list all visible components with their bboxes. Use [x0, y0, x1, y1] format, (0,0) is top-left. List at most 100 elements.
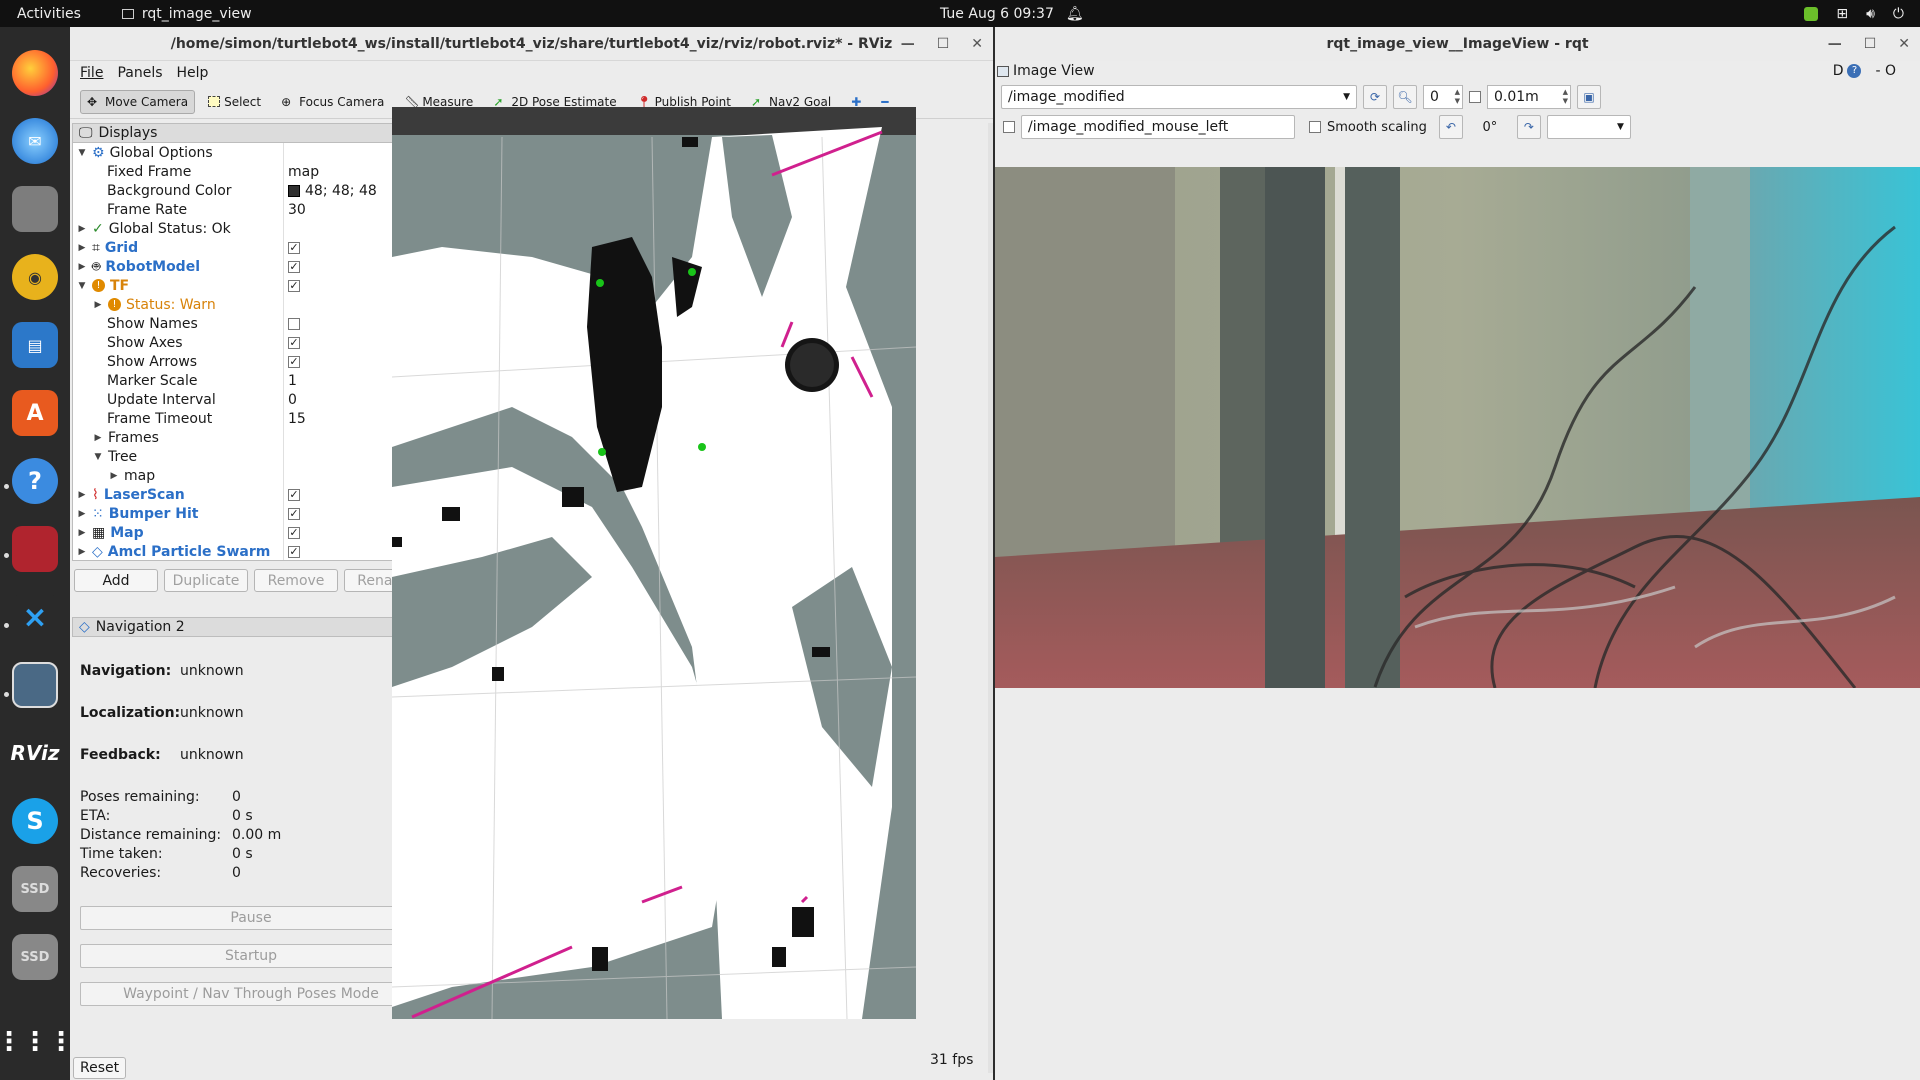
thunderbird-icon[interactable]: ✉: [12, 118, 58, 164]
camera-image[interactable]: [995, 167, 1920, 688]
grid-enabled-checkbox[interactable]: ✓: [288, 241, 300, 254]
libreoffice-writer-icon[interactable]: ▤: [12, 322, 58, 368]
rotate-left-button[interactable]: ↶: [1438, 115, 1463, 139]
rviz-titlebar[interactable]: /home/simon/turtlebot4_ws/install/turtle…: [70, 27, 993, 61]
tree-row-fixed-frame[interactable]: Fixed Frame map: [73, 162, 431, 181]
skype-icon[interactable]: S: [12, 798, 58, 844]
collapsed-arrow-icon[interactable]: ▶: [77, 509, 87, 519]
reset-button[interactable]: Reset: [73, 1057, 127, 1079]
pause-button[interactable]: Pause: [80, 906, 422, 930]
mouse-topic-input[interactable]: /image_modified_mouse_left: [1021, 115, 1295, 139]
tree-row-tf-status[interactable]: ▶! Status: Warn: [73, 295, 431, 314]
collapsed-arrow-icon[interactable]: ▶: [77, 243, 87, 253]
smooth-scaling-checkbox[interactable]: [1309, 121, 1321, 133]
tree-row-tf[interactable]: ▼! TF ✓: [73, 276, 431, 295]
expanded-arrow-icon[interactable]: ▼: [77, 148, 87, 158]
minimize-icon[interactable]: —: [1828, 36, 1842, 52]
background-color-value[interactable]: 48; 48; 48: [305, 183, 377, 199]
amcl-enabled-checkbox[interactable]: ✓: [288, 545, 300, 558]
tree-row-frame-rate[interactable]: Frame Rate 30: [73, 200, 431, 219]
show-applications-icon[interactable]: ⋮⋮⋮: [0, 1019, 74, 1065]
save-image-button[interactable]: ▣: [1577, 85, 1601, 109]
frame-timeout-value[interactable]: 15: [288, 411, 306, 427]
collapsed-arrow-icon[interactable]: ▶: [77, 262, 87, 272]
tree-row-show-axes[interactable]: Show Axes ✓: [73, 333, 431, 352]
ssd-drive-icon[interactable]: SSD: [12, 934, 58, 980]
tree-row-global-status[interactable]: ▶ ✓ Global Status: Ok: [73, 219, 431, 238]
tree-row-frame-timeout[interactable]: Frame Timeout 15: [73, 409, 431, 428]
topic-select[interactable]: /image_modified ▼: [1001, 85, 1357, 109]
laserscan-enabled-checkbox[interactable]: ✓: [288, 488, 300, 501]
dynamic-range-checkbox[interactable]: [1469, 91, 1481, 103]
right-splitter-handle[interactable]: [988, 123, 993, 1073]
maximize-icon[interactable]: ☐: [1864, 36, 1877, 52]
panel-controls[interactable]: - O: [1875, 63, 1896, 79]
collapsed-arrow-icon[interactable]: ▶: [77, 224, 87, 234]
tree-row-show-arrows[interactable]: Show Arrows ✓: [73, 352, 431, 371]
tree-row-frames[interactable]: ▶ Frames: [73, 428, 431, 447]
tool-move-camera[interactable]: ✥ Move Camera: [80, 89, 196, 114]
tree-row-map-frame[interactable]: ▶ map: [73, 466, 431, 485]
expanded-arrow-icon[interactable]: ▼: [77, 281, 87, 291]
help-icon[interactable]: ?: [1847, 64, 1862, 78]
tree-row-bumper-hit[interactable]: ▶ ⁙ Bumper Hit ✓: [73, 504, 431, 523]
show-arrows-checkbox[interactable]: ✓: [288, 355, 300, 368]
bumper-hit-enabled-checkbox[interactable]: ✓: [288, 507, 300, 520]
expanded-arrow-icon[interactable]: ▼: [93, 452, 103, 462]
tf-enabled-checkbox[interactable]: ✓: [288, 279, 300, 292]
collapsed-arrow-icon[interactable]: ▶: [77, 547, 87, 557]
ssd-drive-icon[interactable]: SSD: [12, 866, 58, 912]
add-display-button[interactable]: Add: [74, 569, 158, 592]
publish-mouse-checkbox[interactable]: [1003, 121, 1015, 133]
menu-help[interactable]: Help: [177, 65, 209, 81]
terminal-icon[interactable]: [12, 526, 58, 572]
show-axes-checkbox[interactable]: ✓: [288, 336, 300, 349]
frame-rate-value[interactable]: 30: [288, 202, 306, 218]
files-icon[interactable]: [12, 186, 58, 232]
tree-row-grid[interactable]: ▶ ⌗ Grid ✓: [73, 238, 431, 257]
clock[interactable]: Tue Aug 6 09:37 🔔︎: [940, 6, 1084, 22]
collapsed-arrow-icon[interactable]: ▶: [109, 471, 119, 481]
tree-row-tree[interactable]: ▼ Tree: [73, 447, 431, 466]
help-icon[interactable]: ?: [12, 458, 58, 504]
system-tray[interactable]: ⊞ 🔊︎ ⏻: [1804, 6, 1904, 22]
dock-label[interactable]: D: [1833, 63, 1844, 79]
map-enabled-checkbox[interactable]: ✓: [288, 526, 300, 539]
menu-panels[interactable]: Panels: [117, 65, 162, 81]
update-interval-value[interactable]: 0: [288, 392, 297, 408]
tree-row-global-options[interactable]: ▼ ⚙ Global Options: [73, 143, 431, 162]
activities-button[interactable]: Activities: [0, 6, 98, 22]
startup-button[interactable]: Startup: [80, 944, 422, 968]
tree-row-map[interactable]: ▶ ▦ Map ✓: [73, 523, 431, 542]
rotate-right-button[interactable]: ↷: [1516, 115, 1541, 139]
menu-file[interactable]: File: [80, 65, 103, 81]
tool-select[interactable]: Select: [201, 90, 268, 114]
minimize-icon[interactable]: —: [901, 36, 915, 52]
maximize-icon[interactable]: ☐: [937, 36, 950, 52]
show-names-checkbox[interactable]: [288, 317, 300, 330]
focused-app-menu[interactable]: rqt_image_view: [121, 6, 252, 22]
zoom-spinbox[interactable]: 0 ▲ ▼: [1423, 85, 1463, 109]
tree-row-background-color[interactable]: Background Color 48; 48; 48: [73, 181, 431, 200]
tree-row-update-interval[interactable]: Update Interval 0: [73, 390, 431, 409]
rqt-titlebar[interactable]: rqt_image_view__ImageView - rqt — ☐ ✕: [995, 27, 1920, 61]
ubuntu-software-icon[interactable]: A: [12, 390, 58, 436]
remove-display-button[interactable]: Remove: [254, 569, 338, 592]
color-scheme-select[interactable]: ▼: [1546, 115, 1631, 139]
duplicate-display-button[interactable]: Duplicate: [164, 569, 248, 592]
max-range-spinbox[interactable]: 0.01m ▲ ▼: [1487, 85, 1571, 109]
zoom-fit-button[interactable]: 🔍︎: [1393, 85, 1417, 109]
image-viewer-icon[interactable]: [12, 662, 58, 708]
close-icon[interactable]: ✕: [971, 36, 983, 52]
close-icon[interactable]: ✕: [1898, 36, 1910, 52]
rhythmbox-icon[interactable]: ◉: [12, 254, 58, 300]
collapsed-arrow-icon[interactable]: ▶: [77, 490, 87, 500]
tree-row-robotmodel[interactable]: ▶ 🤖︎ RobotModel ✓: [73, 257, 431, 276]
collapsed-arrow-icon[interactable]: ▶: [77, 528, 87, 538]
tree-row-amcl-particle-swarm[interactable]: ▶ ◇ Amcl Particle Swarm ✓: [73, 542, 431, 560]
tree-row-laserscan[interactable]: ▶ ⌇ LaserScan ✓: [73, 485, 431, 504]
tool-focus-camera[interactable]: ⊕ Focus Camera: [274, 90, 391, 114]
tree-row-marker-scale[interactable]: Marker Scale 1: [73, 371, 431, 390]
robotmodel-enabled-checkbox[interactable]: ✓: [288, 260, 300, 273]
rviz-3d-view[interactable]: [392, 107, 916, 1019]
